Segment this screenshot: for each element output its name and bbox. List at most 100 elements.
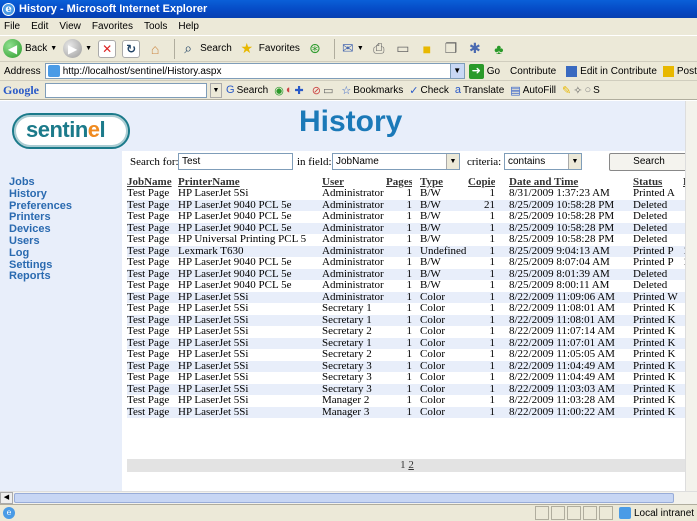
cell-status: Printed K bbox=[633, 303, 676, 314]
table-row[interactable]: Test Page HP LaserJet 5Si Secretary 3 1 Colo… bbox=[127, 372, 685, 384]
cell-jobname: Test Page bbox=[127, 383, 170, 395]
google-search-input[interactable] bbox=[45, 82, 207, 98]
refresh-button[interactable]: ↻ bbox=[122, 39, 141, 58]
chevron-down-icon[interactable]: ▼ bbox=[210, 82, 222, 98]
nav-item-log[interactable]: Log bbox=[9, 247, 72, 259]
cell-type: Color bbox=[420, 337, 446, 349]
menu-help[interactable]: Help bbox=[178, 21, 199, 32]
window-title-bar: e History - Microsoft Internet Explorer bbox=[0, 0, 697, 18]
menu-favorites[interactable]: Favorites bbox=[92, 21, 133, 32]
status-pane bbox=[567, 506, 581, 520]
forward-button[interactable]: ▶ ▼ bbox=[63, 39, 92, 58]
cell-copies: 1 bbox=[489, 245, 496, 257]
back-button[interactable]: ◀ Back ▼ bbox=[3, 39, 57, 58]
table-row[interactable]: Test Page HP LaserJet 9040 PCL 5e Administ… bbox=[127, 199, 685, 211]
menu-view[interactable]: View bbox=[59, 21, 81, 32]
search-button[interactable]: Search bbox=[609, 153, 685, 171]
folder-button[interactable]: ■ bbox=[418, 40, 436, 58]
messenger-button[interactable]: ✱ bbox=[466, 40, 484, 58]
in-field-select[interactable]: JobName ▼ bbox=[332, 153, 460, 170]
cell-jobname: Test Page bbox=[127, 326, 170, 337]
stop-button[interactable]: ✕ bbox=[98, 39, 117, 58]
toolbar-separator bbox=[333, 38, 335, 59]
nav-item-jobs[interactable]: Jobs bbox=[9, 176, 72, 188]
translate-button[interactable]: a Translate bbox=[455, 84, 504, 96]
go-button[interactable]: ➜ Go bbox=[468, 63, 500, 79]
nav-item-settings[interactable]: Settings bbox=[9, 259, 72, 271]
table-row[interactable]: Test Page HP LaserJet 5Si Secretary 3 1 Colo… bbox=[127, 360, 685, 372]
table-row[interactable]: Test Page HP LaserJet 5Si Secretary 1 1 Colo… bbox=[127, 314, 685, 326]
table-row[interactable]: Test Page HP LaserJet 9040 PCL 5e Administ… bbox=[127, 280, 685, 292]
table-row[interactable]: Test Page HP LaserJet 5Si Secretary 1 1 Colo… bbox=[127, 303, 685, 315]
table-row[interactable]: Test Page HP LaserJet 9040 PCL 5e Administ… bbox=[127, 222, 685, 234]
menu-edit[interactable]: Edit bbox=[31, 21, 48, 32]
table-row[interactable]: Test Page HP LaserJet 5Si Secretary 2 1 Colo… bbox=[127, 326, 685, 338]
table-row[interactable]: Test Page HP LaserJet 9040 PCL 5e Administ… bbox=[127, 257, 685, 269]
column-header-jobname[interactable]: JobName bbox=[127, 176, 179, 188]
scroll-thumb[interactable] bbox=[14, 493, 674, 503]
nav-item-preferences[interactable]: Preferences bbox=[9, 200, 72, 212]
horizontal-scrollbar[interactable]: ◀ bbox=[0, 491, 697, 504]
chevron-down-icon[interactable]: ▼ bbox=[449, 64, 464, 78]
post-button[interactable]: Post bbox=[662, 65, 697, 77]
cell-printername: HP LaserJet 9040 PCL 5e bbox=[178, 211, 292, 222]
nav-item-reports[interactable]: Reports bbox=[9, 270, 72, 282]
address-input[interactable]: http://localhost/sentinel/History.aspx ▼ bbox=[44, 63, 465, 79]
table-row[interactable]: Test Page HP LaserJet 5Si Secretary 1 1 Colo… bbox=[127, 337, 685, 349]
column-header-datetime[interactable]: Date and Time bbox=[509, 176, 631, 188]
extra-button[interactable]: ♣ bbox=[490, 40, 508, 58]
menu-file[interactable]: File bbox=[4, 21, 20, 32]
favorites-button[interactable]: ★ Favorites bbox=[238, 40, 300, 58]
cell-user: Secretary 1 bbox=[322, 337, 372, 349]
table-row[interactable]: Test Page HP LaserJet 5Si Secretary 2 1 Colo… bbox=[127, 349, 685, 361]
table-row[interactable]: Test Page HP LaserJet 5Si Administrator 1 B/… bbox=[127, 188, 685, 200]
autofill-button[interactable]: ▤ AutoFill bbox=[510, 84, 556, 97]
column-header-status[interactable]: Status bbox=[633, 176, 683, 188]
criteria-select[interactable]: contains ▼ bbox=[504, 153, 582, 170]
google-extra-2[interactable]: ⊘ ▭ bbox=[312, 84, 336, 97]
search-form: Search for: Test in field: JobName ▼ cri… bbox=[130, 153, 685, 171]
page-link-2[interactable]: 2 bbox=[408, 459, 414, 471]
table-row[interactable]: Test Page HP LaserJet 9040 PCL 5e Administ… bbox=[127, 211, 685, 223]
table-row[interactable]: Test Page HP Universal Printing PCL 5 Admi… bbox=[127, 234, 685, 246]
edit-button[interactable]: ▭ bbox=[394, 40, 412, 58]
table-row[interactable]: Test Page HP LaserJet 5Si Manager 2 1 Color 1… bbox=[127, 395, 685, 407]
research-button[interactable]: ❐ bbox=[442, 40, 460, 58]
bookmarks-button[interactable]: ☆ Bookmarks bbox=[341, 84, 403, 97]
menu-tools[interactable]: Tools bbox=[144, 21, 167, 32]
cell-pages: 1 bbox=[406, 199, 413, 211]
column-header-copies[interactable]: Copies bbox=[468, 176, 495, 188]
print-button[interactable]: ⎙ bbox=[370, 40, 388, 58]
search-for-input[interactable]: Test bbox=[178, 153, 293, 170]
table-row[interactable]: Test Page HP LaserJet 5Si Manager 3 1 Color 1… bbox=[127, 406, 685, 418]
table-row[interactable]: Test Page HP LaserJet 5Si Secretary 3 1 Colo… bbox=[127, 383, 685, 395]
history-button[interactable]: ⊛ bbox=[306, 40, 324, 58]
nav-item-printers[interactable]: Printers bbox=[9, 211, 72, 223]
home-button[interactable]: ⌂ bbox=[146, 40, 164, 58]
column-header-printername[interactable]: PrinterName bbox=[178, 176, 320, 188]
nav-item-users[interactable]: Users bbox=[9, 235, 72, 247]
search-button[interactable]: ⌕ Search bbox=[179, 40, 232, 58]
table-row[interactable]: Test Page HP LaserJet 5Si Administrator 1 Co… bbox=[127, 291, 685, 303]
column-header-pages[interactable]: Pages bbox=[386, 176, 412, 188]
google-search-button[interactable]: G Search bbox=[226, 84, 268, 96]
google-extra-1[interactable]: ◉ ◐ ✚ bbox=[274, 84, 305, 97]
mail-button[interactable]: ✉ ▼ bbox=[339, 40, 364, 58]
scroll-left-icon[interactable]: ◀ bbox=[0, 492, 13, 504]
check-button[interactable]: ✓ Check bbox=[409, 84, 449, 97]
google-options[interactable]: ✎ ✧ ○ S bbox=[562, 84, 600, 97]
vertical-scrollbar[interactable] bbox=[685, 101, 697, 491]
sentinel-logo[interactable]: sentinel bbox=[12, 113, 130, 149]
column-header-type[interactable]: Type bbox=[420, 176, 466, 188]
contribute-button[interactable]: Contribute bbox=[510, 66, 556, 77]
column-header-user[interactable]: User bbox=[322, 176, 386, 188]
nav-item-devices[interactable]: Devices bbox=[9, 223, 72, 235]
edit-in-contribute-button[interactable]: Edit in Contribute bbox=[566, 65, 657, 77]
nav-item-history[interactable]: History bbox=[9, 188, 72, 200]
cell-user: Administrator bbox=[322, 268, 384, 280]
cell-pages: 1 bbox=[406, 245, 413, 257]
table-row[interactable]: Test Page HP LaserJet 9040 PCL 5e Administ… bbox=[127, 268, 685, 280]
cell-datetime: 8/22/2009 11:05:05 AM bbox=[509, 349, 615, 360]
table-row[interactable]: Test Page Lexmark T630 Administrator 1 Undef… bbox=[127, 245, 685, 257]
cell-copies: 1 bbox=[489, 222, 496, 234]
